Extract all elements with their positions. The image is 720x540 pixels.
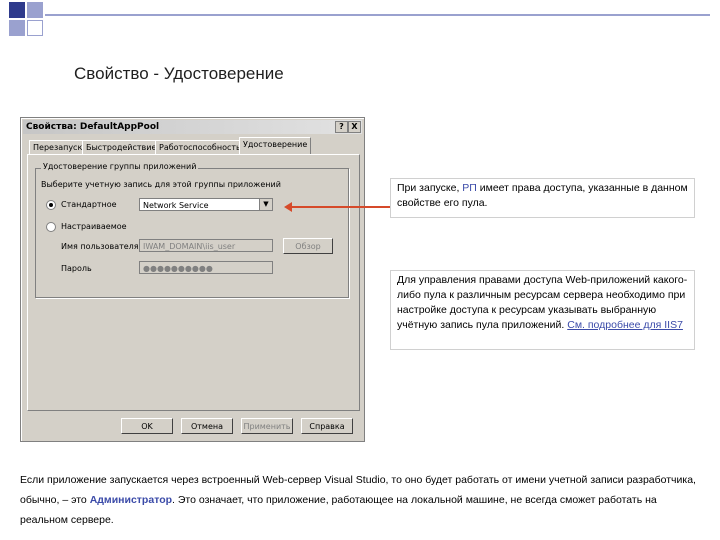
group-prompt: Выберите учетную запись для этой группы … — [41, 180, 281, 189]
password-label: Пароль — [61, 264, 92, 273]
apply-button[interactable]: Применить — [241, 418, 293, 434]
callout-identity: При запуске, РП имеет права доступа, ука… — [390, 178, 695, 218]
decor-square-outline — [27, 20, 43, 36]
configurable-label: Настраиваемое — [61, 222, 127, 231]
decor-top-line — [45, 14, 710, 16]
slide-title: Свойство - Удостоверение — [74, 64, 284, 83]
predefined-label: Стандартное — [61, 200, 117, 209]
callout-permissions: Для управления правами доступа Web-прило… — [390, 270, 695, 350]
decor-square-light — [27, 2, 43, 18]
iis7-link[interactable]: См. подробнее для IIS7 — [567, 319, 683, 331]
tab-health[interactable]: Работоспособность — [155, 140, 245, 154]
help-button[interactable]: Справка — [301, 418, 353, 434]
predefined-select-value: Network Service — [143, 201, 209, 210]
callout-text-part: При запуске, — [397, 182, 463, 194]
tab-performance[interactable]: Быстродействие — [82, 140, 161, 154]
footer-bold-term: Администратор — [89, 494, 173, 506]
dialog-title: Свойства: DefaultAppPool — [26, 122, 160, 132]
triangle-down-icon[interactable]: ▼ — [259, 199, 272, 210]
predefined-radio[interactable] — [46, 200, 56, 210]
decor-square-light — [9, 20, 25, 36]
ok-button[interactable]: OK — [121, 418, 173, 434]
password-field[interactable]: ●●●●●●●●●● — [139, 261, 273, 274]
pointer-arrow-line — [290, 206, 390, 208]
groupbox-label: Удостоверение группы приложений — [41, 162, 199, 171]
arrow-left-icon — [284, 202, 292, 212]
username-field[interactable]: IWAM_DOMAIN\iis_user — [139, 239, 273, 252]
properties-dialog: Свойства: DefaultAppPool ? X Перезапуск … — [20, 117, 365, 442]
footer-paragraph: Если приложение запускается через встрое… — [20, 470, 700, 530]
dialog-titlebar: Свойства: DefaultAppPool — [23, 120, 362, 134]
browse-button[interactable]: Обзор — [283, 238, 333, 254]
username-label: Имя пользователя — [61, 242, 139, 251]
callout-accent: РП — [462, 182, 477, 194]
configurable-radio[interactable] — [46, 222, 56, 232]
decor-square-dark — [9, 2, 25, 18]
predefined-select[interactable]: Network Service ▼ — [139, 198, 273, 211]
help-title-button[interactable]: ? — [335, 121, 348, 133]
close-button[interactable]: X — [348, 121, 361, 133]
cancel-button[interactable]: Отмена — [181, 418, 233, 434]
tab-identity[interactable]: Удостоверение — [239, 137, 312, 154]
tab-recycling[interactable]: Перезапуск — [29, 140, 87, 154]
